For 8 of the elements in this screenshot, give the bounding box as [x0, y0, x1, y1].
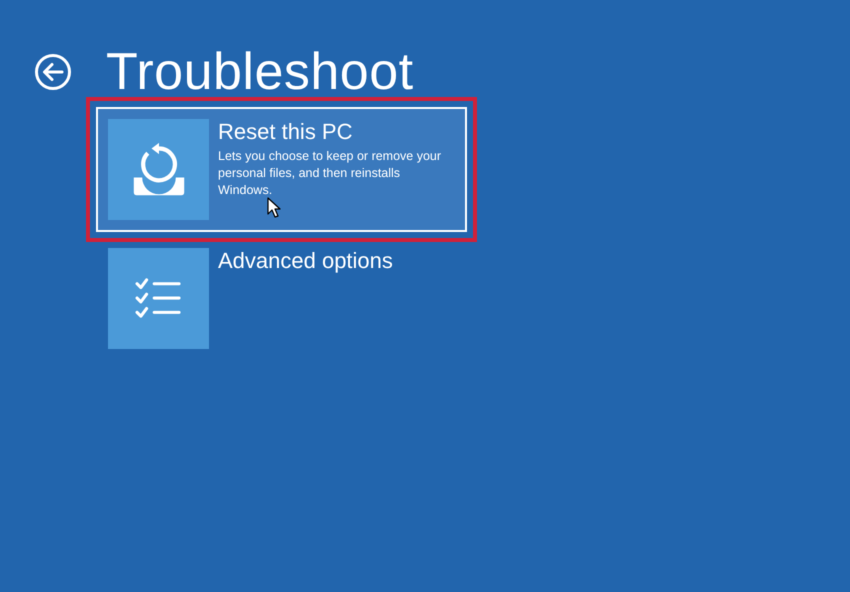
- option-title: Reset this PC: [218, 120, 354, 144]
- option-title: Advanced options: [218, 249, 393, 273]
- option-tile[interactable]: Advanced options: [96, 236, 467, 361]
- option-description: Lets you choose to keep or remove your personal files, and then reinstalls Windows.: [218, 148, 442, 199]
- back-icon[interactable]: [34, 53, 72, 91]
- page-title: Troubleshoot: [106, 44, 414, 100]
- checklist-icon: [134, 278, 182, 320]
- cursor-icon: [267, 197, 281, 219]
